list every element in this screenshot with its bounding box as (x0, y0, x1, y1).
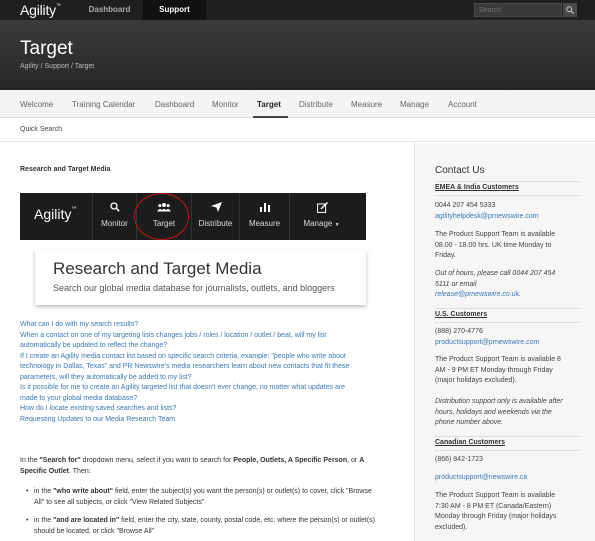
faq-link[interactable]: Is it possible for me to create an Agili… (20, 383, 380, 394)
nav-dashboard[interactable]: Dashboard (155, 100, 194, 109)
divider (435, 308, 580, 309)
nav-welcome[interactable]: Welcome (20, 100, 53, 109)
topnav-support[interactable]: Support (143, 0, 206, 20)
emea-hours: The Product Support Team is available 08.… (435, 231, 556, 259)
divider (435, 195, 580, 196)
page-header: Target Agility / Support / Target (0, 20, 595, 90)
active-tab-indicator (253, 116, 288, 118)
us-phone: (888) 270-4776 (435, 328, 483, 335)
us-email-link[interactable]: productsupport@prnewswire.com (435, 338, 580, 349)
bar-chart-icon (260, 203, 270, 212)
nav-training-calendar[interactable]: Training Calendar (72, 100, 135, 109)
main-nav: Welcome Training Calendar Dashboard Moni… (0, 90, 595, 118)
contact-title: Contact Us (435, 165, 485, 176)
faq-link[interactable]: automatically be updated to reflect the … (20, 341, 380, 352)
nav-monitor[interactable]: Monitor (212, 100, 239, 109)
banner-item-manage: Manage ▼ (289, 193, 353, 240)
divider (435, 450, 580, 451)
search-icon (110, 202, 120, 212)
divider (435, 322, 580, 323)
us-hours: The Product Support Team is available 8A… (435, 356, 561, 384)
edit-icon (317, 202, 328, 213)
emea-release-email-link[interactable]: release@prnewswire.co.uk (435, 291, 519, 298)
list-item: • in the "who write about" field, enter … (26, 488, 372, 506)
page-title: Target (20, 38, 73, 59)
canada-heading: Canadian Customers (435, 439, 506, 446)
emea-heading: EMEA & India Customers (435, 184, 519, 191)
research-heading-subtitle: Search our global media database for jou… (53, 283, 335, 293)
faq-links: What can I do with my search results? Wh… (20, 320, 380, 425)
banner-item-monitor: Monitor (92, 193, 136, 240)
topnav-dashboard[interactable]: Dashboard (76, 0, 143, 20)
nav-manage[interactable]: Manage (400, 100, 429, 109)
nav-distribute[interactable]: Distribute (299, 100, 333, 109)
divider (435, 436, 580, 437)
canada-email-link[interactable]: productsupport@newswire.ca (435, 473, 580, 484)
search-button[interactable] (563, 3, 577, 17)
emea-phone: 0044 207 454 5333 (435, 202, 496, 209)
list-item: • in the "and are located in" field, ent… (26, 517, 375, 535)
breadcrumb[interactable]: Agility / Support / Target (20, 63, 94, 70)
faq-link[interactable]: If I create an Agility media contact lis… (20, 352, 380, 363)
sub-nav: Quick Search (0, 119, 595, 142)
faq-link[interactable]: When a contact on one of my targeting li… (20, 331, 380, 342)
nav-target[interactable]: Target (257, 100, 281, 109)
agility-banner-image: Agility™ Monitor Target Distribute Measu… (20, 193, 366, 240)
subnav-quick-search[interactable]: Quick Search (20, 126, 62, 133)
nav-measure[interactable]: Measure (351, 100, 382, 109)
canada-hours: The Product Support Team is available 7:3… (435, 492, 557, 531)
send-icon (211, 202, 222, 212)
us-heading: U.S. Customers (435, 311, 488, 318)
emea-email-link[interactable]: agilityhelpdesk@prnewswire.com (435, 212, 580, 223)
research-heading-title: Research and Target Media (53, 259, 262, 278)
banner-item-distribute: Distribute (191, 193, 239, 240)
research-heading-image: Research and Target Media Search our glo… (35, 250, 366, 305)
chevron-down-icon: ▼ (334, 222, 340, 228)
agility-logo[interactable]: Agility™ (20, 2, 61, 18)
canada-phone: (866) 842-1723 (435, 456, 483, 463)
faq-link[interactable]: How do I locate existing saved searches … (20, 404, 380, 415)
divider (435, 181, 580, 182)
faq-link[interactable]: Requesting Updates to our Media Research… (20, 415, 380, 426)
faq-link[interactable]: technology in Dallas, Texas" and PR News… (20, 362, 380, 373)
search-input[interactable] (475, 4, 561, 16)
us-distribution-note: Distribution support only is available a… (435, 398, 563, 426)
faq-link[interactable]: made to your global media database? (20, 394, 380, 405)
section-title: Research and Target Media (20, 166, 111, 173)
banner-logo: Agility™ (34, 206, 77, 222)
banner-item-measure: Measure (239, 193, 289, 240)
target-highlight-circle (134, 193, 189, 240)
faq-link[interactable]: parameters, will they automatically be a… (20, 373, 380, 384)
nav-account[interactable]: Account (448, 100, 477, 109)
search-icon (566, 6, 574, 14)
search-box (474, 3, 562, 17)
search-instructions: In the "Search for" dropdown menu, selec… (20, 457, 364, 475)
emea-out-of-hours: Out of hours, please call 0044 207 454 51… (435, 270, 556, 298)
top-bar: Agility™ Dashboard Support (0, 0, 595, 20)
faq-link[interactable]: What can I do with my search results? (20, 320, 380, 331)
